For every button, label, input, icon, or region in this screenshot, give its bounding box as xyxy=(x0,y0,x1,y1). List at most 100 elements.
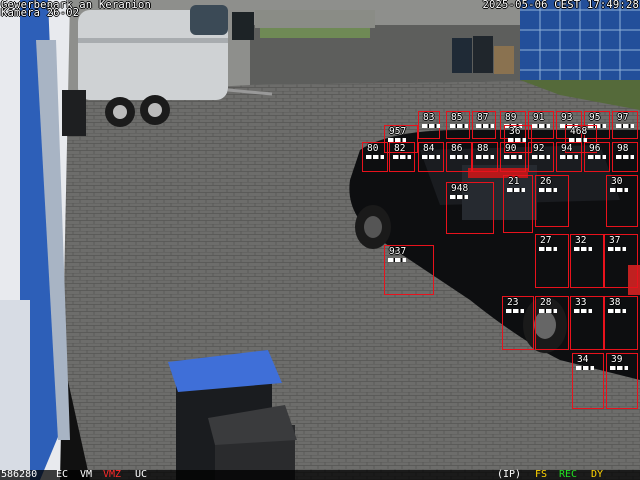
detection-zone-level-bar xyxy=(388,258,406,262)
detection-zone-level-bar xyxy=(476,124,494,128)
detection-zone-label: 28 xyxy=(540,297,552,308)
detection-zone-level-bar xyxy=(608,309,626,313)
detection-zone-level-bar xyxy=(539,188,557,192)
detection-zone-level-bar xyxy=(450,195,468,199)
detection-zone-label: 30 xyxy=(611,176,623,187)
detection-zone-label: 23 xyxy=(507,297,519,308)
detection-zone: 86 xyxy=(446,142,472,172)
detection-zone: 39 xyxy=(606,353,638,409)
detection-zone-level-bar xyxy=(610,188,628,192)
detection-zone-label: 89 xyxy=(505,112,517,123)
detection-zone-label: 88 xyxy=(477,143,489,154)
status-code: 586280 xyxy=(1,469,38,480)
detection-zone-label: 36 xyxy=(509,126,521,137)
detection-zone-level-bar xyxy=(608,247,626,251)
detection-zone-level-bar xyxy=(450,155,468,159)
detection-zone-label: 21 xyxy=(508,176,520,187)
detection-zone-label: 38 xyxy=(609,297,621,308)
detection-zone-level-bar xyxy=(560,155,578,159)
detection-zone-label: 87 xyxy=(477,112,489,123)
detection-zone-level-bar xyxy=(532,124,550,128)
detection-zone: 90 xyxy=(500,142,526,172)
detection-zone: 82 xyxy=(389,142,415,172)
detection-zone: 98 xyxy=(612,142,638,172)
detection-zone-label: 96 xyxy=(589,143,601,154)
detection-zone: 80 xyxy=(362,142,388,172)
detection-zone-label: 27 xyxy=(540,235,552,246)
detection-zone-level-bar xyxy=(588,155,606,159)
detection-zone-level-bar xyxy=(574,309,592,313)
detection-zone-level-bar xyxy=(504,155,522,159)
detection-zone: 23 xyxy=(502,296,534,350)
detection-zone-label: 98 xyxy=(617,143,629,154)
detection-zone: 83 xyxy=(418,111,440,139)
detection-zone: 85 xyxy=(446,111,470,139)
detection-zone-label: 26 xyxy=(540,176,552,187)
detection-zone: 21 xyxy=(503,175,533,233)
detection-zone-label: 33 xyxy=(575,297,587,308)
detection-zone: 27 xyxy=(535,234,569,288)
detection-zone-label: 97 xyxy=(617,112,629,123)
detection-zone: 97 xyxy=(612,111,638,139)
detection-zone-label: 468 xyxy=(570,126,588,137)
detection-zone-level-bar xyxy=(616,124,634,128)
detection-zone: 34 xyxy=(572,353,604,409)
detection-zone: 33 xyxy=(570,296,604,350)
camera-subtitle: Kamera 26-02 xyxy=(1,7,80,19)
detection-zone-label: 83 xyxy=(423,112,435,123)
detection-zone: 94 xyxy=(556,142,582,172)
detection-zone-level-bar xyxy=(576,366,594,370)
detection-zone: 948 xyxy=(446,182,494,234)
detection-zone-label: 86 xyxy=(451,143,463,154)
detection-zone: 30 xyxy=(606,175,638,227)
detection-zone-label: 34 xyxy=(577,354,589,365)
detection-zone-level-bar xyxy=(366,155,384,159)
detection-zone: 937 xyxy=(384,245,434,295)
status-dy: DY xyxy=(591,469,604,480)
detection-zone: 37 xyxy=(604,234,638,288)
detection-zone: 28 xyxy=(535,296,569,350)
detection-zone-level-bar xyxy=(574,247,592,251)
detection-zone-level-bar xyxy=(539,309,557,313)
status-ec: EC xyxy=(56,469,69,480)
detection-zone-label: 94 xyxy=(561,143,573,154)
detection-zone-label: 37 xyxy=(609,235,621,246)
detection-zone-label: 85 xyxy=(451,112,463,123)
detection-zone-label: 948 xyxy=(451,183,469,194)
detection-zone-label: 957 xyxy=(389,126,407,137)
detection-zone-level-bar xyxy=(507,188,525,192)
detection-zone: 96 xyxy=(584,142,610,172)
detection-zone-label: 937 xyxy=(389,246,407,257)
detection-zone-label: 92 xyxy=(533,143,545,154)
detection-zone-label: 91 xyxy=(533,112,545,123)
detection-zone-level-bar xyxy=(539,247,557,251)
detection-zone-level-bar xyxy=(476,155,494,159)
detection-zone-level-bar xyxy=(506,309,524,313)
detection-zone: 32 xyxy=(570,234,604,288)
detection-zone-label: 84 xyxy=(423,143,435,154)
detection-zone: 87 xyxy=(472,111,496,139)
detection-zone-label: 95 xyxy=(589,112,601,123)
status-rec: REC xyxy=(559,469,578,480)
detection-zone-label: 32 xyxy=(575,235,587,246)
detection-zone: 92 xyxy=(528,142,554,172)
detection-zone-level-bar xyxy=(532,155,550,159)
detection-zone-level-bar xyxy=(610,366,628,370)
detection-zone-label: 82 xyxy=(394,143,406,154)
detection-zone-label: 80 xyxy=(367,143,379,154)
detection-zone: 88 xyxy=(472,142,498,172)
status-bar: 586280 EC VM VMZ UC (IP) FS REC DY xyxy=(0,470,640,480)
detection-zone-label: 90 xyxy=(505,143,517,154)
detection-zone-level-bar xyxy=(422,124,440,128)
detection-zone-label: 39 xyxy=(611,354,623,365)
status-vmz: VMZ xyxy=(103,469,122,480)
status-uc: UC xyxy=(135,469,148,480)
detection-zone-level-bar xyxy=(450,124,468,128)
detection-zone: 84 xyxy=(418,142,444,172)
detection-zone-label: 93 xyxy=(561,112,573,123)
detection-zone-level-bar xyxy=(393,155,411,159)
camera-feed: 83 85 87 89 91 93 95 97 957 468 36 80 82 84 86 88 90 92 94… xyxy=(0,0,640,480)
status-ip: (IP) xyxy=(497,469,522,480)
detection-zone: 38 xyxy=(604,296,638,350)
status-fs: FS xyxy=(535,469,548,480)
